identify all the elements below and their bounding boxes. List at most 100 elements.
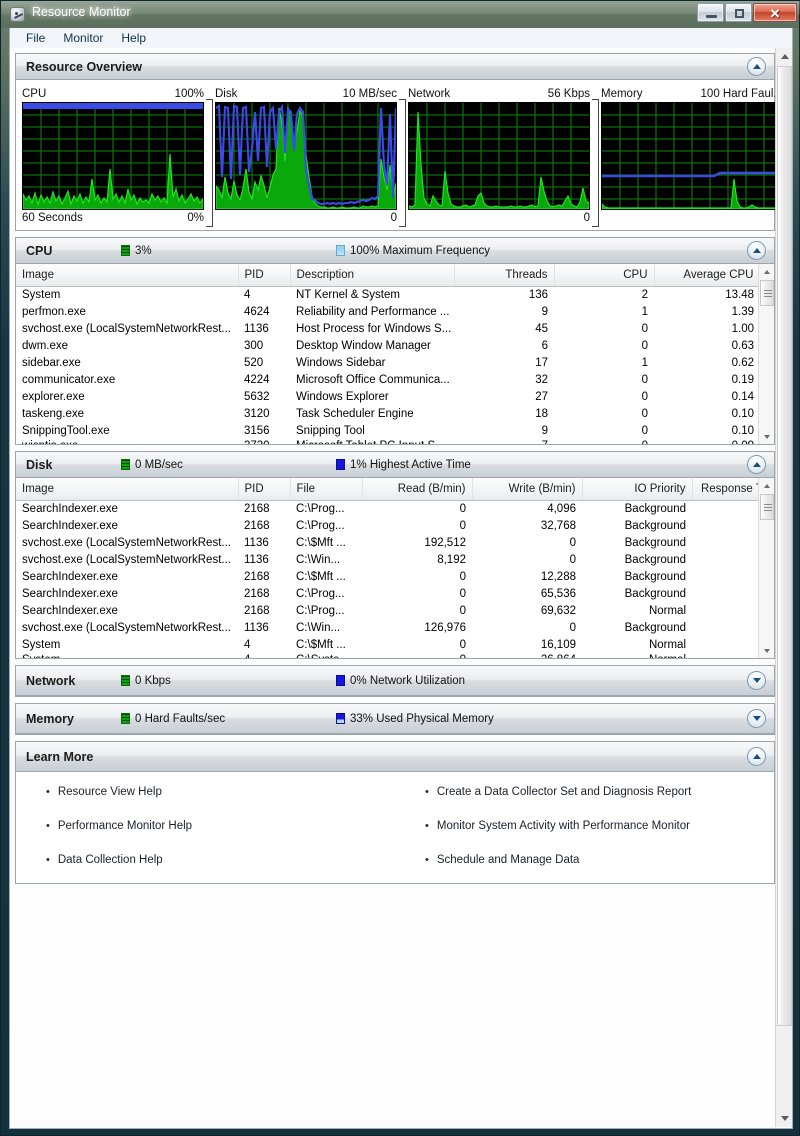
list-item[interactable]: • Data Collection Help xyxy=(46,854,395,867)
menu-item-file[interactable]: File xyxy=(18,29,53,47)
cpu-header[interactable]: CPU 3% 100% Maximum Frequency xyxy=(16,238,774,264)
table-row[interactable]: SearchIndexer.exe 2168 C:\Prog... 0 32,7… xyxy=(16,517,774,534)
cell-average-cpu: 13.48 xyxy=(725,288,754,301)
disk-col-read[interactable]: Read (B/min) xyxy=(362,478,473,501)
link-schedule-and-manage-data[interactable]: Schedule and Manage Data xyxy=(437,854,580,866)
table-row[interactable]: svchost.exe (LocalSystemNetworkRest... 1… xyxy=(16,320,760,337)
link-monitor-system-activity[interactable]: Monitor System Activity with Performance… xyxy=(437,820,690,832)
network-expand-button[interactable] xyxy=(747,671,766,690)
graph-cpu-plot xyxy=(22,102,204,210)
table-row[interactable]: dwm.exe 300 Desktop Window Manager 6 0 0… xyxy=(16,337,760,354)
disk-header[interactable]: Disk 0 MB/sec 1% Highest Active Time xyxy=(16,452,774,478)
cell-threads: 7 xyxy=(454,439,554,445)
link-data-collection-help[interactable]: Data Collection Help xyxy=(58,854,163,866)
disk-col-write[interactable]: Write (B/min) xyxy=(472,478,583,501)
maximize-button[interactable] xyxy=(725,3,752,22)
cell-write: 26,864 xyxy=(472,653,582,659)
table-row[interactable]: taskeng.exe 3120 Task Scheduler Engine 1… xyxy=(16,405,760,422)
graph-disk-bracket xyxy=(399,99,406,227)
graph-cpu-name: CPU xyxy=(22,88,47,100)
menu-item-help[interactable]: Help xyxy=(113,29,154,47)
cell-description: Snipping Tool xyxy=(296,424,365,437)
list-item[interactable]: • Schedule and Manage Data xyxy=(425,854,774,867)
table-row[interactable]: SearchIndexer.exe 2168 C:\Prog... 0 65,5… xyxy=(16,585,774,602)
link-resource-view-help[interactable]: Resource View Help xyxy=(58,786,162,798)
scroll-up-icon[interactable] xyxy=(759,264,775,279)
table-row[interactable]: svchost.exe (LocalSystemNetworkRest... 1… xyxy=(16,551,774,568)
list-item[interactable]: • Resource View Help xyxy=(46,786,395,799)
cell-description: Reliability and Performance ... xyxy=(296,305,450,318)
cpu-col-pid[interactable]: PID xyxy=(238,264,291,287)
cell-write: 12,288 xyxy=(540,570,576,583)
page-scrollbar[interactable] xyxy=(775,48,792,1127)
cpu-col-average-cpu[interactable]: Average CPU xyxy=(654,264,761,287)
cpu-col-description[interactable]: Description xyxy=(290,264,455,287)
list-item[interactable]: • Performance Monitor Help xyxy=(46,820,395,833)
cell-cpu: 2 xyxy=(641,288,648,301)
cpu-col-image[interactable]: Image xyxy=(16,264,239,287)
cpu-collapse-button[interactable] xyxy=(747,241,766,260)
scroll-thumb[interactable] xyxy=(760,280,774,306)
close-button[interactable]: ✕ xyxy=(753,3,797,22)
table-row[interactable]: explorer.exe 5632 Windows Explorer 27 0 … xyxy=(16,388,760,405)
link-create-data-collector-set[interactable]: Create a Data Collector Set and Diagnosi… xyxy=(437,786,691,798)
memory-expand-button[interactable] xyxy=(747,709,766,728)
table-row[interactable]: perfmon.exe 4624 Reliability and Perform… xyxy=(16,303,760,320)
cpu-col-cpu[interactable]: CPU xyxy=(554,264,655,287)
cell-file: C:\Win... xyxy=(296,553,341,566)
cell-io-priority: Background xyxy=(624,536,686,549)
list-item[interactable]: • Create a Data Collector Set and Diagno… xyxy=(425,786,774,799)
learn-more-header[interactable]: Learn More xyxy=(16,742,774,772)
disk-col-io-priority[interactable]: IO Priority xyxy=(582,478,693,501)
memory-header[interactable]: Memory 0 Hard Faults/sec 33% Used Physic… xyxy=(16,704,774,734)
disk-col-pid[interactable]: PID xyxy=(238,478,291,501)
scroll-thumb[interactable] xyxy=(760,494,774,520)
minimize-button[interactable] xyxy=(697,3,724,22)
network-header[interactable]: Network 0 Kbps 0% Network Utilization xyxy=(16,666,774,696)
link-performance-monitor-help[interactable]: Performance Monitor Help xyxy=(58,820,192,832)
cell-threads: 136 xyxy=(528,288,548,301)
table-row[interactable]: svchost.exe (LocalSystemNetworkRest... 1… xyxy=(16,534,774,551)
cell-average-cpu: 0.09 xyxy=(654,439,760,445)
resource-overview-header[interactable]: Resource Overview xyxy=(16,54,774,80)
table-row[interactable]: sidebar.exe 520 Windows Sidebar 17 1 0.6… xyxy=(16,354,760,371)
resource-overview-collapse-button[interactable] xyxy=(747,57,766,76)
cell-write: 16,109 xyxy=(540,638,576,651)
disk-table-scrollbar[interactable] xyxy=(758,478,774,658)
scroll-down-icon[interactable] xyxy=(759,429,775,444)
disk-col-file[interactable]: File xyxy=(290,478,363,501)
green-swatch-icon xyxy=(121,675,130,686)
page-scroll-thumb[interactable] xyxy=(777,66,792,1026)
cell-io-priority: Background xyxy=(624,502,686,515)
table-row[interactable]: SearchIndexer.exe 2168 C:\$Mft ... 0 12,… xyxy=(16,568,774,585)
table-row[interactable]: svchost.exe (LocalSystemNetworkRest... 1… xyxy=(16,619,774,636)
table-row[interactable]: System 4 C:\$Mft ... 0 16,109 Normal 29 xyxy=(16,636,774,653)
cell-pid: 300 xyxy=(244,339,264,352)
table-row[interactable]: System 4 C:\Syste... 0 26,864 Normal 25 xyxy=(16,653,774,659)
menu-item-monitor[interactable]: Monitor xyxy=(55,29,111,47)
page-scroll-down-button[interactable] xyxy=(776,1110,792,1127)
table-row[interactable]: System 4 NT Kernel & System 136 2 13.48 xyxy=(16,286,760,303)
table-row[interactable]: SearchIndexer.exe 2168 C:\Prog... 0 4,09… xyxy=(16,500,774,517)
graph-network-min: 0 xyxy=(583,212,590,224)
page-scroll-up-button[interactable] xyxy=(776,48,792,65)
table-row[interactable]: wisptis.exe 3720 Microsoft Tablet PC Inp… xyxy=(16,439,760,445)
learn-more-collapse-button[interactable] xyxy=(747,747,766,766)
table-row[interactable]: SnippingTool.exe 3156 Snipping Tool 9 0 … xyxy=(16,422,760,439)
list-item[interactable]: • Monitor System Activity with Performan… xyxy=(425,820,774,833)
table-row[interactable]: communicator.exe 4224 Microsoft Office C… xyxy=(16,371,760,388)
cpu-col-threads[interactable]: Threads xyxy=(454,264,555,287)
cpu-table-scrollbar[interactable] xyxy=(758,264,774,444)
scroll-down-icon[interactable] xyxy=(759,643,775,658)
cell-io-priority: Background xyxy=(624,587,686,600)
cell-image: dwm.exe xyxy=(22,339,69,352)
disk-legend-throughput-label: 0 MB/sec xyxy=(135,458,183,471)
disk-collapse-button[interactable] xyxy=(747,455,766,474)
scroll-content: Resource Overview CPU 100% 60 Seconds 0%… xyxy=(10,48,792,1128)
disk-col-image[interactable]: Image xyxy=(16,478,239,501)
cell-image: communicator.exe xyxy=(22,373,116,386)
cell-threads: 45 xyxy=(535,322,548,335)
title-bar[interactable]: Resource Monitor ✕ xyxy=(1,1,800,28)
table-row[interactable]: SearchIndexer.exe 2168 C:\Prog... 0 69,6… xyxy=(16,602,774,619)
scroll-up-icon[interactable] xyxy=(759,478,775,493)
